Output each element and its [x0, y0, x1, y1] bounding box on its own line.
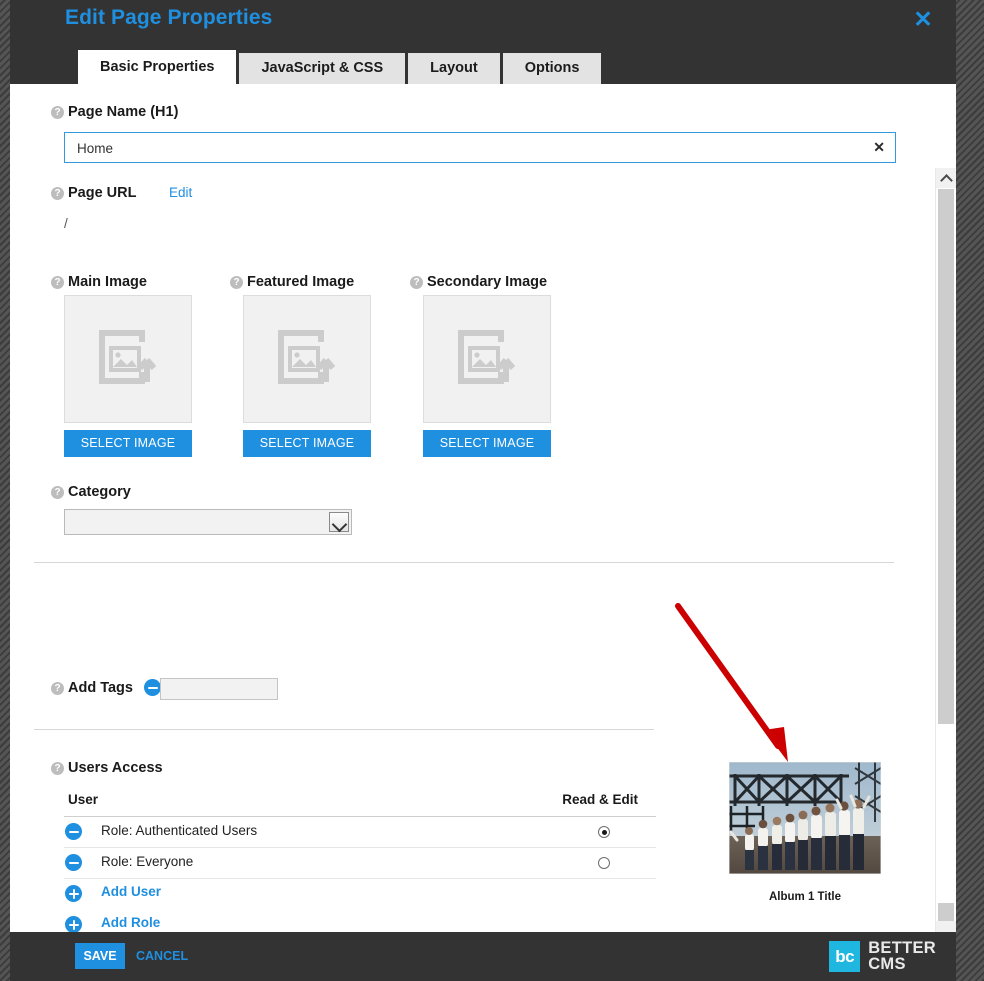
help-icon[interactable]: ?	[51, 682, 64, 695]
tab-options[interactable]: Options	[502, 53, 602, 84]
save-button[interactable]: SAVE	[75, 943, 125, 969]
main-image-select-button[interactable]: SELECT IMAGE	[64, 430, 192, 457]
row-user-name: Role: Everyone	[101, 854, 194, 869]
page-name-label: ? Page Name (H1)	[51, 104, 178, 120]
album-thumbnail[interactable]	[729, 762, 881, 874]
brand-line-1: BETTER	[868, 939, 936, 957]
divider	[34, 729, 654, 730]
close-icon[interactable]: ✕	[910, 6, 936, 32]
featured-image-label: ? Featured Image	[230, 274, 354, 290]
page-url-label-text: Page URL	[68, 185, 137, 201]
featured-image-label-text: Featured Image	[247, 274, 355, 290]
add-user-row: Add User	[64, 879, 656, 910]
help-icon[interactable]: ?	[51, 106, 64, 119]
main-image-label: ? Main Image	[51, 274, 147, 290]
album-item[interactable]: Album 1 Title	[729, 762, 881, 903]
table-row: Role: Authenticated Users	[64, 817, 656, 848]
minus-circle-icon[interactable]	[65, 823, 82, 840]
scrollbar-thumb[interactable]	[938, 189, 954, 724]
table-row: Role: Everyone	[64, 848, 656, 879]
tab-basic-properties[interactable]: Basic Properties	[78, 50, 237, 84]
secondary-image-preview[interactable]	[423, 295, 551, 423]
users-access-table: User Read & Edit Role: Authenticated Use…	[64, 792, 656, 932]
brand-tile-icon: bc	[829, 940, 861, 972]
chevron-up-icon[interactable]	[936, 168, 956, 188]
image-upload-icon	[278, 330, 336, 384]
properties-form: ? Page Name (H1) ✕ ? Page URL Edit / ? Main…	[10, 84, 935, 932]
secondary-image-select-button[interactable]: SELECT IMAGE	[423, 430, 551, 457]
featured-image-preview[interactable]	[243, 295, 371, 423]
chevron-down-icon[interactable]	[329, 512, 349, 532]
category-label-text: Category	[68, 484, 131, 500]
page-url-label: ? Page URL	[51, 185, 137, 201]
annotation-arrow-icon	[675, 603, 788, 762]
category-label: ? Category	[51, 484, 131, 500]
table-header: User Read & Edit	[64, 792, 656, 817]
edit-page-properties-dialog: Edit Page Properties ✕ Basic Properties …	[10, 0, 956, 981]
secondary-image-label: ? Secondary Image	[410, 274, 547, 290]
album-caption: Album 1 Title	[769, 891, 841, 903]
page-url-value: /	[64, 216, 68, 231]
brand-logo: bc BETTER CMS	[829, 940, 936, 972]
secondary-image-label-text: Secondary Image	[427, 274, 548, 290]
tab-javascript-css[interactable]: JavaScript & CSS	[239, 53, 406, 84]
row-user-name: Role: Authenticated Users	[101, 823, 258, 838]
minus-circle-icon[interactable]	[65, 854, 82, 871]
dialog-body: ? Page Name (H1) ✕ ? Page URL Edit / ? Main…	[10, 84, 956, 981]
users-access-label-text: Users Access	[68, 760, 163, 776]
add-tags-label-text: Add Tags	[68, 680, 133, 696]
page-name-input[interactable]	[75, 133, 859, 164]
clear-icon[interactable]: ✕	[873, 139, 885, 155]
add-role-row: Add Role	[64, 910, 656, 932]
image-upload-icon	[458, 330, 516, 384]
cancel-button[interactable]: CANCEL	[136, 943, 188, 969]
add-role-button[interactable]: Add Role	[101, 915, 160, 930]
column-read-edit: Read & Edit	[562, 792, 638, 807]
help-icon[interactable]: ?	[230, 276, 243, 289]
dialog-footer: SAVE CANCEL bc BETTER CMS	[10, 932, 956, 981]
image-upload-icon	[99, 330, 157, 384]
tab-layout[interactable]: Layout	[408, 53, 500, 84]
minus-circle-icon[interactable]	[144, 679, 162, 696]
read-edit-radio[interactable]	[598, 857, 610, 869]
help-icon[interactable]: ?	[410, 276, 423, 289]
brand-line-2: CMS	[868, 955, 906, 973]
album-photo	[729, 762, 881, 874]
help-icon[interactable]: ?	[51, 276, 64, 289]
main-image-label-text: Main Image	[68, 274, 147, 290]
help-icon[interactable]: ?	[51, 762, 64, 775]
brand-text: BETTER CMS	[868, 939, 936, 973]
add-user-button[interactable]: Add User	[101, 884, 161, 899]
add-tags-label: ? Add Tags	[51, 679, 162, 696]
column-user: User	[68, 792, 99, 807]
dialog-title: Edit Page Properties	[65, 6, 273, 29]
help-icon[interactable]: ?	[51, 187, 64, 200]
dialog-header: Edit Page Properties ✕ Basic Properties …	[10, 0, 956, 84]
category-select[interactable]	[64, 509, 352, 535]
tab-bar: Basic Properties JavaScript & CSS Layout…	[78, 50, 602, 84]
page-name-input-wrap: ✕	[64, 132, 896, 164]
page-url-edit-link[interactable]: Edit	[169, 185, 192, 200]
featured-image-select-button[interactable]: SELECT IMAGE	[243, 430, 371, 457]
read-edit-radio[interactable]	[598, 826, 610, 838]
plus-circle-icon[interactable]	[65, 916, 82, 932]
plus-circle-icon[interactable]	[65, 885, 82, 902]
help-icon[interactable]: ?	[51, 486, 64, 499]
vertical-scrollbar[interactable]	[935, 168, 956, 981]
scrollbar-thumb-secondary[interactable]	[938, 903, 954, 921]
users-access-label: ? Users Access	[51, 760, 163, 776]
main-image-preview[interactable]	[64, 295, 192, 423]
tags-input[interactable]	[160, 678, 278, 700]
divider	[34, 562, 894, 563]
page-name-label-text: Page Name (H1)	[68, 104, 179, 120]
